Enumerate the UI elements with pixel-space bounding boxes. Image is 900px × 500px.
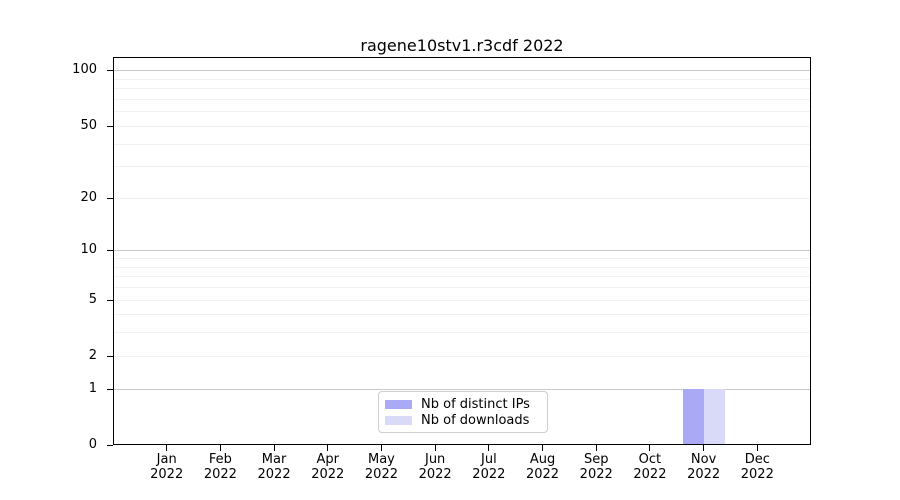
downloads-swatch: [385, 415, 412, 425]
x-tick: [380, 445, 382, 451]
x-tick-label-year: 2022: [633, 467, 667, 482]
x-tick-label: Aug 2022: [513, 452, 573, 482]
x-tick-label-month: Jan: [156, 452, 177, 467]
x-tick-label: Mar 2022: [244, 452, 304, 482]
x-tick-label: Nov 2022: [674, 452, 734, 482]
x-tick: [649, 445, 651, 451]
x-tick-label-year: 2022: [311, 467, 345, 482]
x-tick-label-month: Sep: [583, 452, 609, 467]
distinct-ips-label: Nb of distinct IPs: [421, 396, 530, 412]
x-tick-label-month: Jun: [424, 452, 446, 467]
x-tick-label-year: 2022: [418, 467, 452, 482]
y-tick: [107, 445, 113, 446]
y-tick-label: 10: [80, 242, 97, 257]
x-tick-label-month: Mar: [261, 452, 287, 467]
x-tick-label-year: 2022: [150, 467, 184, 482]
x-tick-label-month: Aug: [529, 452, 556, 467]
x-tick-label-month: May: [368, 452, 395, 467]
x-tick: [488, 445, 490, 451]
x-tick-label: Jul 2022: [459, 452, 519, 482]
downloads-label: Nb of downloads: [421, 412, 530, 428]
y-tick: [107, 356, 113, 357]
figure: ragene10stv1.r3cdf 2022 0 1 2 5 10 20 50 100 Ja…: [0, 0, 900, 500]
x-tick-label: Feb 2022: [190, 452, 250, 482]
y-tick: [107, 70, 113, 71]
y-tick-label: 2: [88, 348, 97, 363]
legend: Nb of distinct IPs Nb of downloads: [378, 391, 548, 433]
x-tick: [166, 445, 168, 451]
x-tick-label: Apr 2022: [298, 452, 358, 482]
x-tick: [219, 445, 221, 451]
x-tick-label: May 2022: [351, 452, 411, 482]
x-tick-label-month: Feb: [208, 452, 232, 467]
y-tick: [107, 198, 113, 199]
legend-entry-downloads: Nb of downloads: [385, 412, 538, 428]
x-tick-label-year: 2022: [740, 467, 774, 482]
x-tick-label-month: Oct: [638, 452, 662, 467]
x-tick: [756, 445, 758, 451]
x-tick-label-month: Jul: [481, 452, 497, 467]
y-tick-label: 1: [88, 381, 97, 396]
bars-layer: [113, 57, 811, 445]
bar-downloads: [703, 388, 725, 445]
plot-area: [113, 57, 811, 445]
x-tick: [542, 445, 544, 451]
x-tick: [703, 445, 705, 451]
x-tick-label: Sep 2022: [566, 452, 626, 482]
y-tick: [107, 250, 113, 251]
x-tick-label-month: Nov: [690, 452, 717, 467]
x-tick-label: Jan 2022: [137, 452, 197, 482]
y-tick-label: 5: [88, 292, 97, 307]
x-tick-label: Dec 2022: [727, 452, 787, 482]
chart-title: ragene10stv1.r3cdf 2022: [360, 36, 564, 55]
x-tick-label-year: 2022: [525, 467, 560, 482]
x-tick-label-month: Dec: [744, 452, 770, 467]
x-tick-label: Oct 2022: [620, 452, 680, 482]
bar-distinct-ips: [682, 388, 704, 445]
y-tick-label: 0: [88, 437, 97, 452]
y-tick-label: 50: [80, 118, 97, 133]
x-tick: [434, 445, 436, 451]
y-tick: [107, 389, 113, 390]
x-tick-label-year: 2022: [687, 467, 721, 482]
legend-entry-distinct-ips: Nb of distinct IPs: [385, 396, 538, 412]
x-tick-label-year: 2022: [257, 467, 291, 482]
x-tick-label: Jun 2022: [405, 452, 465, 482]
x-tick: [595, 445, 597, 451]
x-tick-label-year: 2022: [472, 467, 506, 482]
distinct-ips-swatch: [385, 399, 412, 409]
x-tick-label-year: 2022: [203, 467, 237, 482]
x-tick-label-year: 2022: [579, 467, 613, 482]
y-tick-label: 100: [72, 62, 97, 77]
y-tick: [107, 300, 113, 301]
y-tick-label: 20: [80, 190, 97, 205]
x-tick: [273, 445, 275, 451]
x-tick-label-year: 2022: [364, 467, 398, 482]
x-tick: [327, 445, 329, 451]
x-tick-label-month: Apr: [316, 452, 340, 467]
y-tick: [107, 126, 113, 127]
